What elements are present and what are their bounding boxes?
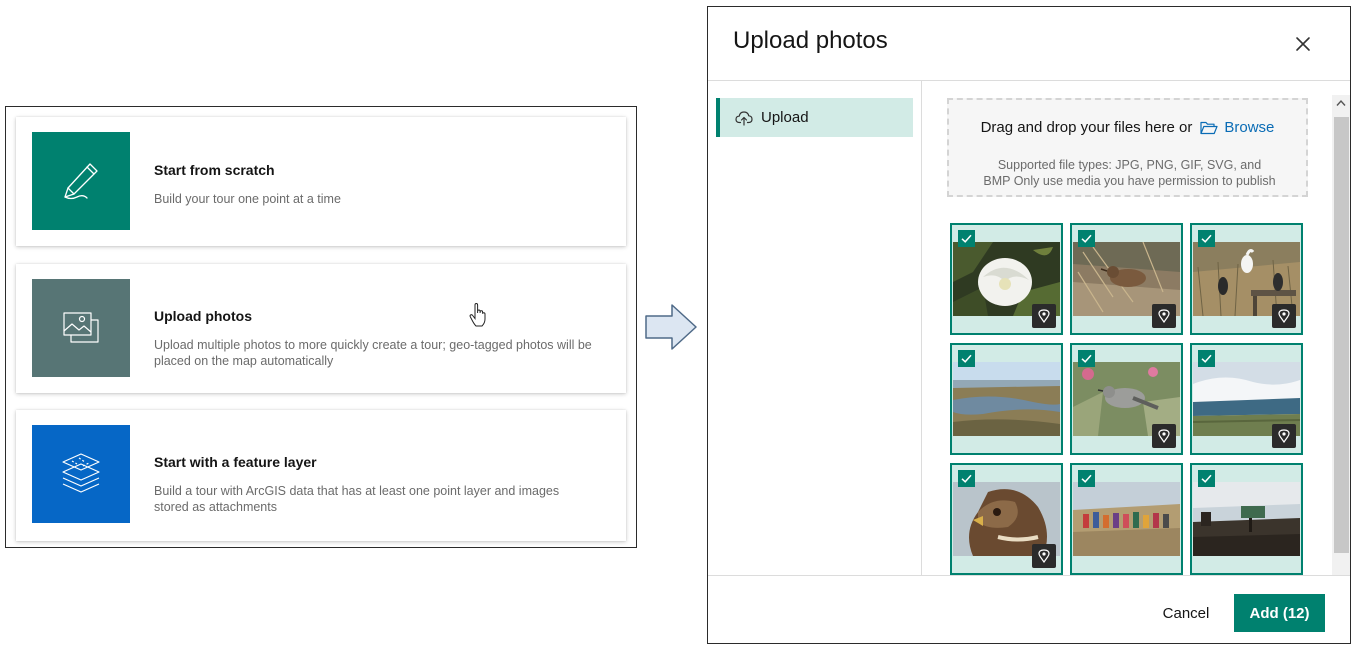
start-from-scratch-tile (32, 132, 130, 230)
photo-thumbnail (1193, 482, 1300, 556)
option-description: Build a tour with ArcGIS data that has a… (154, 484, 560, 514)
geotag-badge (1152, 424, 1176, 448)
feature-layer-tile (32, 425, 130, 523)
checkmark-icon (961, 234, 972, 243)
browse-link[interactable]: Browse (1200, 119, 1274, 136)
file-dropzone[interactable]: Drag and drop your files here or Browse … (947, 98, 1308, 197)
photo-trail-sign-at-sunset (1193, 482, 1300, 556)
supported-types-note: Supported file types: JPG, PNG, GIF, SVG… (967, 157, 1292, 189)
photo-tile[interactable] (950, 343, 1063, 455)
photo-tile[interactable] (950, 463, 1063, 575)
map-pin-icon (1278, 309, 1290, 323)
checkmark-icon (1081, 474, 1092, 483)
option-description: Upload multiple photos to more quickly c… (154, 338, 592, 368)
folder-open-icon (1200, 121, 1218, 134)
close-icon (1296, 37, 1310, 51)
map-pin-icon (1278, 429, 1290, 443)
flow-arrow-icon (645, 304, 697, 350)
upload-photos-dialog: Upload photos Upload Drag and drop your … (707, 6, 1351, 644)
add-button[interactable]: Add (12) (1234, 594, 1325, 632)
selected-checkbox[interactable] (958, 230, 975, 247)
cancel-button[interactable]: Cancel (1148, 594, 1224, 632)
checkmark-icon (1201, 474, 1212, 483)
photo-tile[interactable] (1190, 223, 1303, 335)
cloud-upload-icon (735, 110, 753, 126)
geotag-badge (1272, 424, 1296, 448)
geotag-badge (1152, 304, 1176, 328)
dropzone-prompt: Drag and drop your files here or Browse (949, 119, 1306, 136)
layers-icon (62, 453, 100, 493)
sidebar-item-label: Upload (761, 109, 809, 126)
photo-tile[interactable] (1190, 343, 1303, 455)
selected-checkbox[interactable] (1198, 230, 1215, 247)
option-title: Start with a feature layer (154, 454, 317, 470)
photo-tile[interactable] (1070, 223, 1183, 335)
dialog-footer: Cancel Add (12) (708, 575, 1350, 643)
selected-checkbox[interactable] (1078, 470, 1095, 487)
map-pin-icon (1038, 309, 1050, 323)
dropzone-text: Drag and drop your files here or (980, 119, 1193, 136)
option-title: Upload photos (154, 308, 252, 324)
note-line: BMP Only use media you have permission t… (983, 174, 1276, 188)
photo-tile[interactable] (1070, 343, 1183, 455)
start-with-feature-layer-card[interactable]: Start with a feature layer Build a tour … (16, 410, 626, 541)
hand-cursor-icon (469, 303, 486, 327)
scrollbar[interactable] (1332, 95, 1350, 575)
dialog-sidebar: Upload (708, 81, 922, 575)
upload-photos-card[interactable]: Upload photos Upload multiple photos to … (16, 264, 626, 393)
photo-tile[interactable] (1070, 463, 1183, 575)
geotag-badge (1032, 304, 1056, 328)
map-pin-icon (1158, 429, 1170, 443)
selected-checkbox[interactable] (1078, 350, 1095, 367)
upload-photos-tile (32, 279, 130, 377)
dialog-title: Upload photos (733, 27, 888, 54)
geotag-badge (1272, 304, 1296, 328)
checkmark-icon (961, 474, 972, 483)
note-line: Supported file types: JPG, PNG, GIF, SVG… (997, 158, 1262, 172)
option-description: Build your tour one point at a time (154, 192, 341, 206)
photos-icon (63, 312, 99, 343)
close-button[interactable] (1292, 33, 1314, 55)
selected-checkbox[interactable] (958, 350, 975, 367)
photo-tile[interactable] (1190, 463, 1303, 575)
dialog-header: Upload photos (708, 7, 1350, 81)
photo-group-of-hikers (1073, 482, 1180, 556)
checkmark-icon (1201, 354, 1212, 363)
checkmark-icon (1201, 234, 1212, 243)
scroll-up-icon[interactable] (1336, 99, 1346, 107)
map-pin-icon (1038, 549, 1050, 563)
selected-checkbox[interactable] (1198, 350, 1215, 367)
scrollbar-thumb[interactable] (1334, 117, 1349, 553)
dialog-content: Drag and drop your files here or Browse … (922, 81, 1350, 575)
pencil-icon (64, 163, 98, 200)
create-options-panel: Start from scratch Build your tour one p… (5, 106, 637, 548)
geotag-badge (1032, 544, 1056, 568)
checkmark-icon (1081, 354, 1092, 363)
start-from-scratch-card[interactable]: Start from scratch Build your tour one p… (16, 117, 626, 246)
photo-thumbnail (953, 362, 1060, 436)
sidebar-item-upload[interactable]: Upload (716, 98, 913, 137)
photo-thumbnail (1073, 482, 1180, 556)
map-pin-icon (1158, 309, 1170, 323)
selected-checkbox[interactable] (1078, 230, 1095, 247)
photo-marsh-landscape (953, 362, 1060, 436)
checkmark-icon (961, 354, 972, 363)
browse-label: Browse (1224, 119, 1275, 136)
option-title: Start from scratch (154, 162, 275, 178)
photo-tile[interactable] (950, 223, 1063, 335)
selected-checkbox[interactable] (958, 470, 975, 487)
checkmark-icon (1081, 234, 1092, 243)
selected-checkbox[interactable] (1198, 470, 1215, 487)
